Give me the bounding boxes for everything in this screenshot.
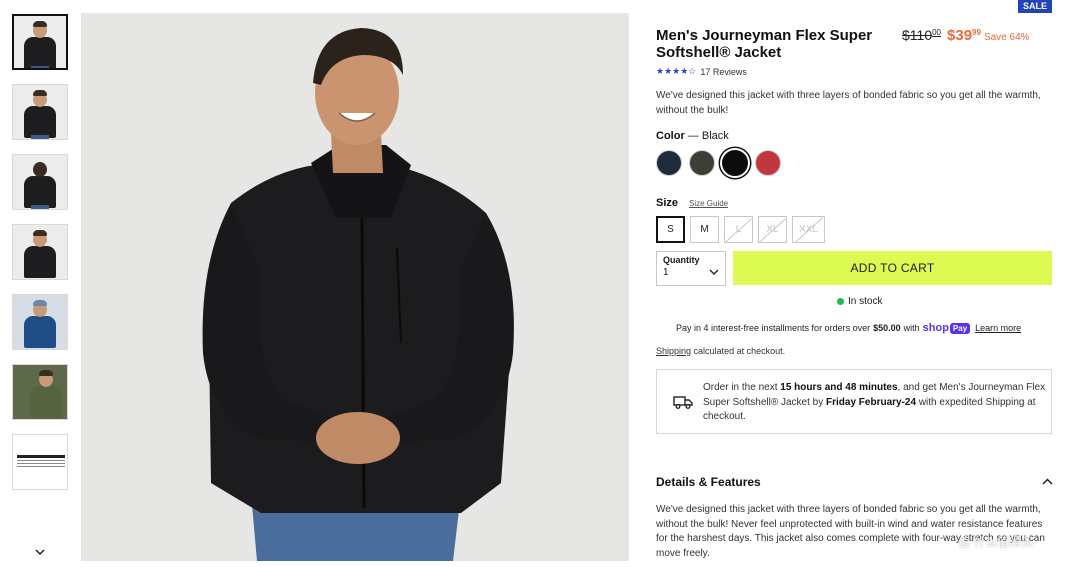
size-options: S M L XL XXL [656, 216, 830, 243]
details-features-heading[interactable]: Details & Features [656, 475, 761, 489]
original-price-main: $110 [902, 27, 933, 43]
thumb-figure [24, 37, 56, 68]
stock-status: In stock [837, 296, 882, 307]
thumb-head [33, 162, 47, 177]
short-description: We've designed this jacket with three la… [656, 90, 1041, 116]
thumb-hair [33, 21, 47, 27]
size-guide-link[interactable]: Size Guide [689, 199, 728, 208]
size-chart-graphic [17, 455, 65, 469]
size-l-button[interactable]: L [724, 216, 753, 243]
watermark-text: 值 什么值得买 [958, 535, 1034, 549]
chevron-down-icon[interactable] [33, 545, 47, 559]
delivery-time: 15 hours and 48 minutes [780, 382, 898, 393]
rating[interactable]: ★★★★☆ 17 Reviews [656, 66, 747, 77]
color-label: Color — Black [656, 130, 729, 142]
thumb-legs [31, 135, 49, 139]
thumbnail-green[interactable] [12, 364, 68, 420]
truck-icon [673, 396, 693, 409]
quantity-select[interactable]: Quantity 1 [656, 251, 726, 286]
thumb-figure [24, 106, 56, 138]
shipping-note: Shipping calculated at checkout. [656, 346, 785, 356]
swatch-red[interactable] [755, 150, 781, 176]
thumb-figure [30, 386, 63, 418]
sale-badge: SALE [1018, 0, 1052, 13]
add-to-cart-button[interactable]: ADD TO CART [733, 251, 1052, 285]
shipping-link[interactable]: Shipping [656, 346, 691, 356]
shipping-rest: calculated at checkout. [693, 346, 786, 356]
thumb-figure [24, 316, 56, 348]
size-s-button[interactable]: S [656, 216, 685, 243]
learn-more-link[interactable]: Learn more [975, 323, 1021, 333]
color-swatches [656, 150, 788, 176]
sale-price: $3999 [947, 27, 981, 44]
watermark-logo: 值 什么值得买 [958, 533, 1033, 550]
review-count[interactable]: 17 Reviews [700, 67, 747, 77]
thumbnail-open-jacket[interactable] [12, 84, 68, 140]
selected-color: Black [701, 130, 729, 142]
thumb-hair [33, 90, 47, 96]
shop-pay-badge: Pay [949, 322, 971, 334]
thumbnail-front[interactable] [12, 14, 68, 70]
thumb-hair [39, 370, 54, 376]
swatch-navy[interactable] [656, 150, 682, 176]
swatch-black[interactable] [722, 150, 748, 176]
size-label: Size [656, 197, 679, 209]
original-price-cents: 00 [932, 28, 942, 37]
chevron-down-icon [709, 269, 719, 275]
model-photo [81, 13, 629, 561]
installments-amount: $50.00 [873, 323, 901, 333]
stock-text: In stock [848, 296, 883, 307]
original-price: $11000 [902, 27, 941, 43]
installments-with: with [903, 323, 920, 333]
delivery-date: Friday February-24 [826, 396, 917, 408]
size-xl-button[interactable]: XL [758, 216, 787, 243]
thumb-figure [24, 246, 56, 278]
quantity-label: Quantity [663, 255, 700, 265]
thumbnail-side[interactable] [12, 224, 68, 280]
installments-note: Pay in 4 interest-free installments for … [676, 322, 1021, 334]
product-title: Men's Journeyman Flex Super Softshell® J… [656, 27, 873, 61]
thumb-legs [31, 66, 49, 68]
thumbnail-blue[interactable] [12, 294, 68, 350]
thumbnail-list [12, 14, 69, 504]
thumb-hat [33, 300, 47, 306]
details-text: We've designed this jacket with three la… [656, 504, 1045, 559]
delivery-estimate-box: Order in the next 15 hours and 48 minute… [656, 369, 1052, 434]
color-label-text: Color [656, 130, 685, 142]
shop-pay-logo: shop [922, 322, 949, 334]
chevron-up-icon[interactable] [1042, 478, 1053, 486]
in-stock-dot-icon [837, 298, 844, 305]
thumbnail-back[interactable] [12, 154, 68, 210]
thumbnail-size-chart[interactable] [12, 434, 68, 490]
size-xxl-button[interactable]: XXL [792, 216, 825, 243]
swatch-olive[interactable] [689, 150, 715, 176]
thumb-legs [31, 205, 49, 209]
sale-price-main: $39 [947, 27, 973, 44]
star-rating-icon: ★★★★☆ [656, 66, 697, 76]
thumb-hair [33, 230, 47, 236]
installments-prefix: Pay in 4 interest-free installments for … [676, 323, 871, 333]
thumb-figure [24, 176, 56, 208]
price-block: $11000 $3999 Save 64% [902, 27, 1030, 45]
delivery-text: Order in the next 15 hours and 48 minute… [703, 381, 1047, 425]
size-m-button[interactable]: M [690, 216, 719, 243]
sale-price-cents: 99 [972, 28, 981, 37]
delivery-p1: Order in the next [703, 382, 778, 393]
product-main-image[interactable] [81, 13, 629, 561]
save-percent: Save 64% [983, 32, 1030, 43]
